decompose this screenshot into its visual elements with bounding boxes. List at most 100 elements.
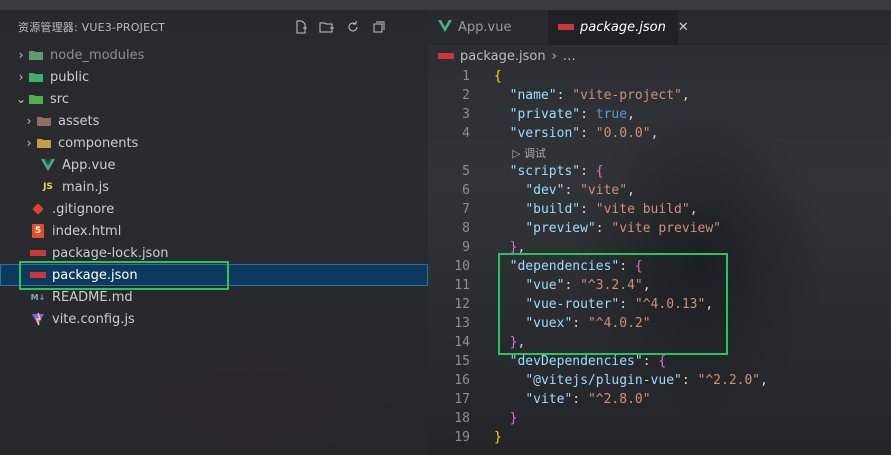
- tree-item-label: README.md: [52, 289, 133, 305]
- chevron-right-icon: ›: [26, 136, 32, 150]
- code-line: 8 "preview": "vite preview": [428, 219, 891, 238]
- tree-item-label: App.vue: [62, 157, 116, 173]
- json-value: "vite-project": [572, 88, 682, 103]
- json-key: "vuex": [525, 316, 573, 331]
- new-folder-icon[interactable]: [318, 18, 336, 36]
- chevron-right-icon: ›: [26, 114, 32, 128]
- breadcrumb-file[interactable]: package.json: [460, 49, 546, 64]
- json-key: "vue-router": [525, 297, 620, 312]
- line-number: 6: [462, 183, 470, 198]
- code-line: 16 "@vitejs/plugin-vue": "^2.2.0",: [428, 371, 891, 390]
- code-area[interactable]: 1{ 2 "name": "vite-project", 3 "private"…: [428, 67, 891, 447]
- npm-icon: [438, 49, 454, 64]
- json-value: true: [595, 107, 628, 122]
- tree-item-app-vue[interactable]: App.vue: [0, 154, 428, 176]
- breadcrumb-rest[interactable]: …: [563, 49, 576, 64]
- tree-item-gitignore[interactable]: .gitignore: [0, 198, 428, 220]
- json-key: "@vitejs/plugin-vue": [525, 373, 682, 388]
- refresh-icon[interactable]: [344, 18, 362, 36]
- line-number: 16: [454, 373, 470, 388]
- git-icon: [30, 202, 46, 216]
- json-key: "dependencies": [509, 259, 620, 274]
- json-key: "vue": [525, 278, 565, 293]
- tree-item-src[interactable]: ⌄ src: [0, 88, 428, 110]
- brace: {: [494, 69, 502, 84]
- vue-icon: [438, 19, 452, 36]
- json-value: "vite preview": [611, 221, 721, 236]
- code-line: 5 "scripts": {: [428, 162, 891, 181]
- explorer-title: 资源管理器: VUE3-PROJECT: [18, 21, 166, 34]
- json-key: "devDependencies": [509, 354, 643, 369]
- code-line: 15 "devDependencies": {: [428, 352, 891, 371]
- json-key: "dev": [525, 183, 565, 198]
- tab-label: package.json: [580, 20, 666, 35]
- code-line: 1{: [428, 67, 891, 86]
- json-key: "name": [509, 88, 557, 103]
- line-number: 13: [454, 316, 470, 331]
- code-line: 19}: [428, 428, 891, 447]
- json-value: "0.0.0": [595, 126, 651, 141]
- vite-icon: [30, 312, 46, 326]
- json-key: "preview": [525, 221, 596, 236]
- tree-item-vite-config[interactable]: vite.config.js: [0, 308, 428, 330]
- code-line: 6 "dev": "vite",: [428, 181, 891, 200]
- code-line: 3 "private": true,: [428, 105, 891, 124]
- tree-item-package-lock[interactable]: package-lock.json: [0, 242, 428, 264]
- line-number: 12: [454, 297, 470, 312]
- tree-item-node-modules[interactable]: › node_modules: [0, 44, 428, 66]
- tree-item-label: vite.config.js: [52, 311, 135, 327]
- collapse-all-icon[interactable]: [370, 18, 388, 36]
- npm-icon: [30, 246, 46, 260]
- explorer-header: 资源管理器: VUE3-PROJECT: [0, 10, 428, 44]
- code-line: 12 "vue-router": "^4.0.13",: [428, 295, 891, 314]
- line-number: 5: [462, 164, 470, 179]
- close-icon[interactable]: ✕: [678, 20, 689, 35]
- explorer-sidebar: 资源管理器: VUE3-PROJECT › node_modules › pub…: [0, 10, 428, 455]
- tree-item-label: package-lock.json: [52, 245, 169, 261]
- vue-icon: [40, 158, 56, 172]
- tree-item-public[interactable]: › public: [0, 66, 428, 88]
- line-number: 11: [454, 278, 470, 293]
- tree-item-package-json[interactable]: package.json: [0, 264, 428, 286]
- line-number: 18: [454, 411, 470, 426]
- code-line: 7 "build": "vite build",: [428, 200, 891, 219]
- new-file-icon[interactable]: [292, 18, 310, 36]
- tree-item-main-js[interactable]: JS main.js: [0, 176, 428, 198]
- folder-node-icon: [28, 48, 44, 62]
- line-number: 3: [462, 107, 470, 122]
- line-number: 8: [462, 221, 470, 236]
- code-line: 14 },: [428, 333, 891, 352]
- folder-assets-icon: [36, 114, 52, 128]
- tree-item-components[interactable]: › components: [0, 132, 428, 154]
- tree-item-label: public: [50, 69, 90, 85]
- line-number: 1: [462, 69, 470, 84]
- line-number: 15: [454, 354, 470, 369]
- code-line: 10 "dependencies": {: [428, 257, 891, 276]
- js-icon: JS: [43, 182, 53, 192]
- tree-item-label: assets: [58, 113, 100, 129]
- json-value: "^2.8.0": [587, 392, 651, 407]
- debug-codelens[interactable]: ▷ 调试: [428, 143, 891, 162]
- folder-public-icon: [28, 70, 44, 84]
- explorer-actions: [292, 18, 428, 36]
- json-value: "^4.0.13": [634, 297, 706, 312]
- chevron-down-icon: ⌄: [15, 92, 27, 106]
- tree-item-label: .gitignore: [52, 201, 115, 217]
- line-number: 9: [462, 240, 470, 255]
- file-tree: › node_modules › public ⌄ src › assets ›…: [0, 44, 428, 330]
- tree-item-index-html[interactable]: 5 index.html: [0, 220, 428, 242]
- line-number: 19: [454, 430, 470, 445]
- tab-app-vue[interactable]: App.vue: [428, 10, 548, 45]
- editor-tabs: App.vue package.json ✕: [428, 10, 891, 45]
- code-line: 13 "vuex": "^4.0.2": [428, 314, 891, 333]
- json-value: "vite": [580, 183, 628, 198]
- tree-item-label: package.json: [52, 267, 138, 283]
- json-key: "vite": [525, 392, 573, 407]
- tree-item-readme[interactable]: M↓ README.md: [0, 286, 428, 308]
- folder-components-icon: [36, 136, 52, 150]
- json-value: "^3.2.4": [580, 278, 643, 293]
- code-line: 17 "vite": "^2.8.0": [428, 390, 891, 409]
- chevron-right-icon: ›: [18, 48, 24, 62]
- tree-item-assets[interactable]: › assets: [0, 110, 428, 132]
- tab-package-json[interactable]: package.json ✕: [548, 10, 689, 45]
